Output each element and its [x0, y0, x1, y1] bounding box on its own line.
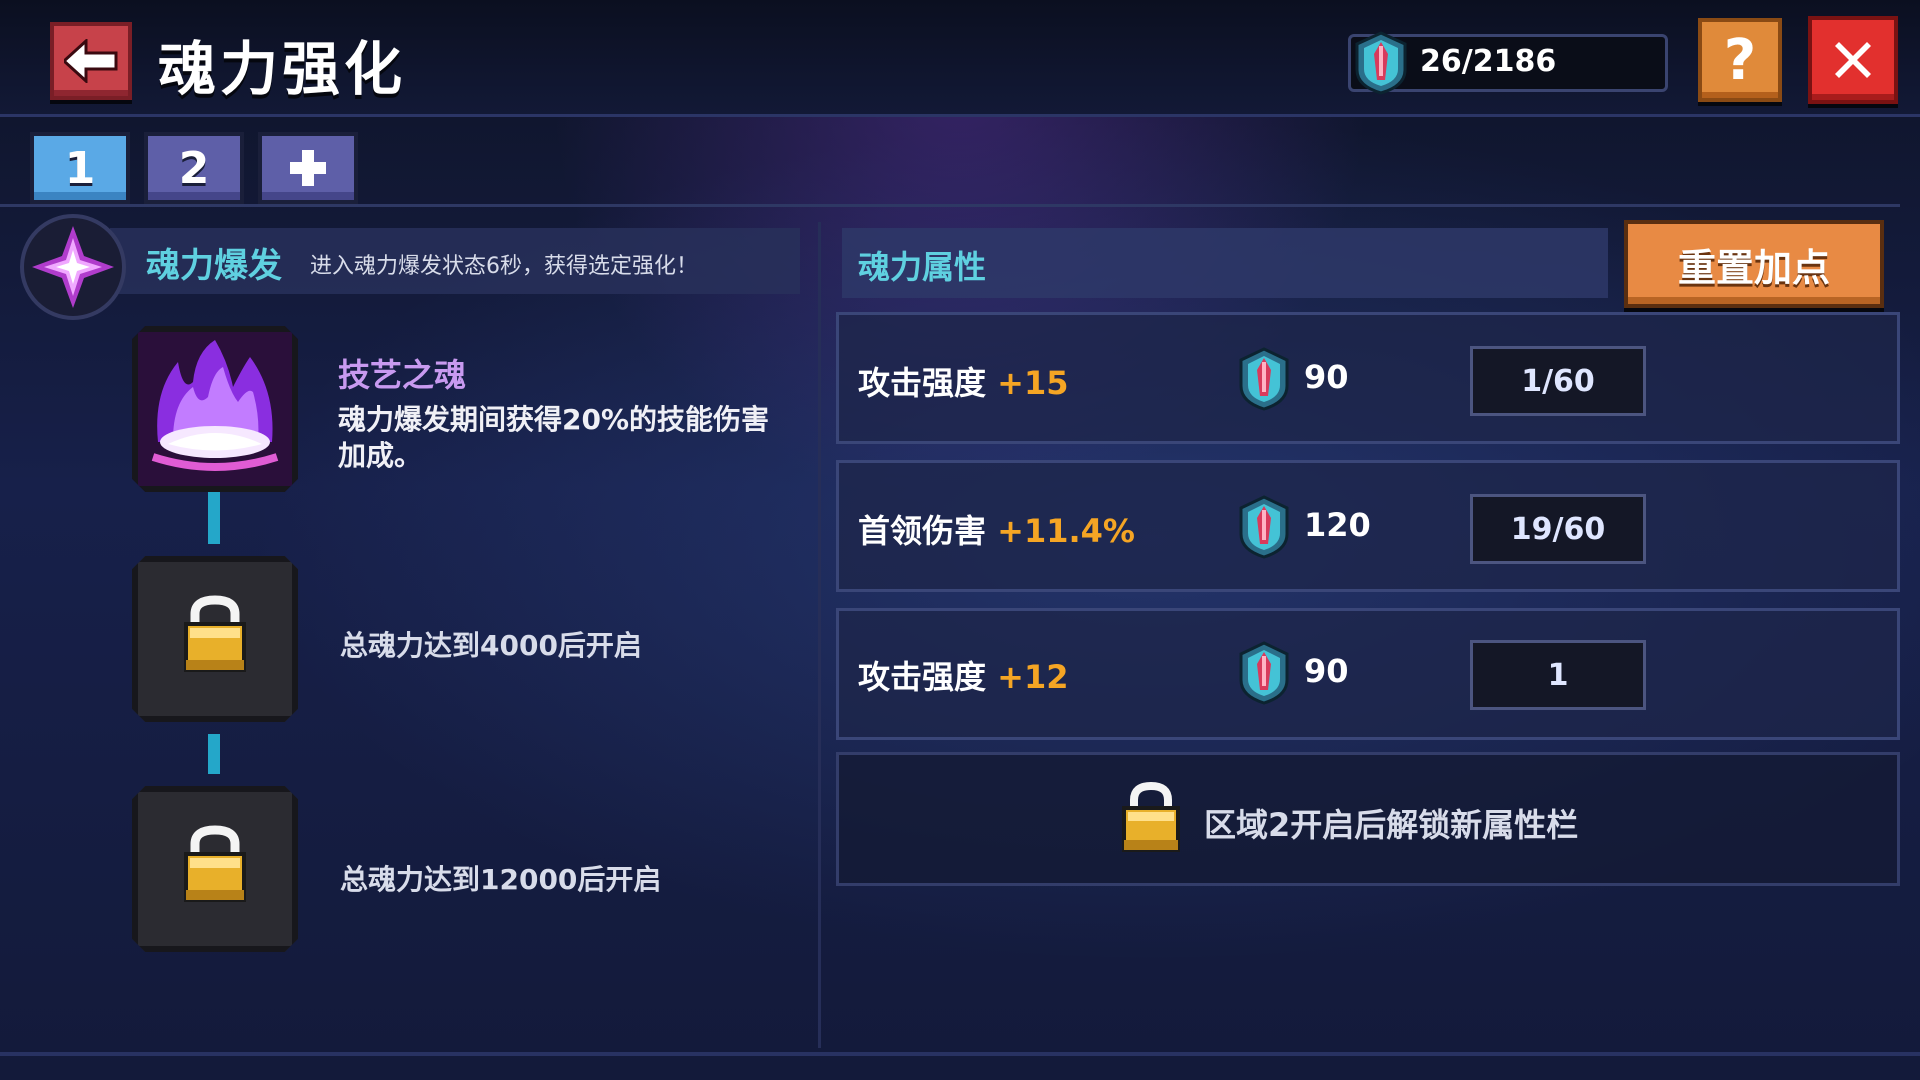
attribute-row-3-label: 攻击强度 +12 — [858, 652, 1069, 698]
soul-crystal-icon — [1239, 495, 1289, 559]
soul-burst-emblem — [20, 214, 126, 320]
soul-burst-title: 魂力爆发 — [146, 246, 282, 286]
attribute-row-3-cost: 90 — [1304, 652, 1349, 690]
lock-icon — [184, 595, 246, 672]
locked-node-2[interactable] — [132, 786, 298, 952]
attribute-row-3-level[interactable]: 1 — [1470, 640, 1646, 710]
close-icon — [1835, 42, 1871, 78]
attribute-row-1-cost: 90 — [1304, 358, 1349, 396]
help-button[interactable]: ? — [1698, 18, 1782, 102]
attribute-level-value: 1/60 — [1521, 363, 1595, 399]
soul-crystal-icon — [1239, 641, 1289, 705]
attribute-bonus: +11.4% — [997, 512, 1135, 550]
back-button[interactable] — [50, 22, 132, 100]
attribute-name: 首领伤害 — [858, 512, 987, 550]
tab-label: 1 — [64, 142, 96, 194]
bottom-border — [0, 1052, 1920, 1056]
attribute-row-1-label: 攻击强度 +15 — [858, 358, 1069, 404]
tab-2[interactable]: 2 — [144, 132, 244, 204]
skill-name: 技艺之魂 — [338, 356, 467, 394]
attribute-row-1-level[interactable]: 1/60 — [1470, 346, 1646, 416]
attributes-title: 魂力属性 — [858, 248, 987, 286]
skill-description: 魂力爆发期间获得20%的技能伤害加成。 — [338, 403, 770, 472]
reset-points-label: 重置加点 — [1677, 245, 1830, 290]
attribute-bonus: +12 — [997, 658, 1069, 696]
skill-tree-connector — [208, 492, 220, 544]
attribute-row-2-cost: 120 — [1304, 506, 1371, 544]
help-icon: ? — [1723, 27, 1757, 93]
soul-burst-description: 进入魂力爆发状态6秒，获得选定强化！ — [310, 254, 698, 279]
locked-node-1-requirement: 总魂力达到4000后开启 — [340, 629, 642, 662]
attribute-name: 攻击强度 — [858, 658, 987, 696]
locked-node-2-requirement: 总魂力达到12000后开启 — [340, 863, 662, 896]
locked-row-text: 区域2开启后解锁新属性栏 — [1204, 806, 1579, 844]
soul-burst-icon — [32, 226, 114, 308]
tab-label: 2 — [178, 142, 210, 194]
back-arrow-icon — [64, 39, 118, 83]
skill-node-selected[interactable] — [132, 326, 298, 492]
add-tab-button[interactable] — [258, 132, 358, 204]
purple-flame-icon — [138, 332, 292, 486]
attribute-level-value: 1 — [1547, 657, 1569, 693]
soul-crystal-icon — [1239, 347, 1289, 411]
attribute-row-2-label: 首领伤害 +11.4% — [858, 506, 1135, 552]
plus-icon — [290, 150, 326, 186]
attribute-row-2-level[interactable]: 19/60 — [1470, 494, 1646, 564]
lock-icon — [184, 825, 246, 902]
tab-1[interactable]: 1 — [30, 132, 130, 204]
close-button[interactable] — [1808, 16, 1898, 104]
tab-divider — [0, 204, 1900, 207]
lock-icon — [1122, 781, 1180, 852]
page-title: 魂力强化 — [158, 35, 407, 103]
soul-crystal-icon — [1355, 31, 1407, 95]
attribute-bonus: +15 — [997, 364, 1069, 402]
locked-node-1[interactable] — [132, 556, 298, 722]
reset-points-button[interactable]: 重置加点 — [1624, 220, 1884, 308]
attribute-level-value: 19/60 — [1510, 511, 1606, 547]
skill-tree-connector — [208, 734, 220, 774]
attribute-name: 攻击强度 — [858, 364, 987, 402]
currency-value: 26/2186 — [1420, 44, 1557, 79]
panel-divider — [818, 222, 821, 1048]
